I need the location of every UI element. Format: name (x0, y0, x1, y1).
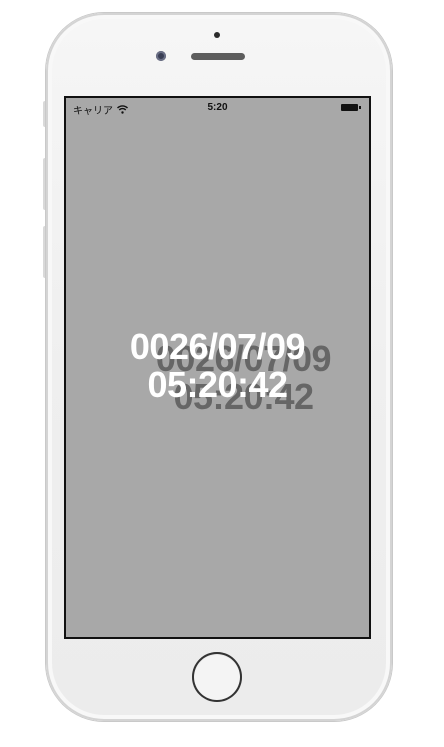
battery-icon (341, 104, 361, 111)
front-camera (156, 51, 166, 61)
status-bar: キャリア 5:20 (66, 98, 369, 118)
status-time: 5:20 (207, 102, 228, 113)
home-button[interactable] (192, 652, 242, 702)
earpiece-speaker (191, 53, 245, 60)
device-screen: キャリア 5:20 0026/07/09 05:20:42 (64, 96, 371, 639)
time-label: 05:20:42 (147, 364, 288, 405)
simulator-stage: キャリア 5:20 0026/07/09 05:20:42 (0, 0, 444, 747)
proximity-sensor (214, 32, 220, 38)
clock-display: 0026/07/09 05:20:42 (66, 328, 369, 404)
date-label: 0026/07/09 (129, 326, 306, 367)
